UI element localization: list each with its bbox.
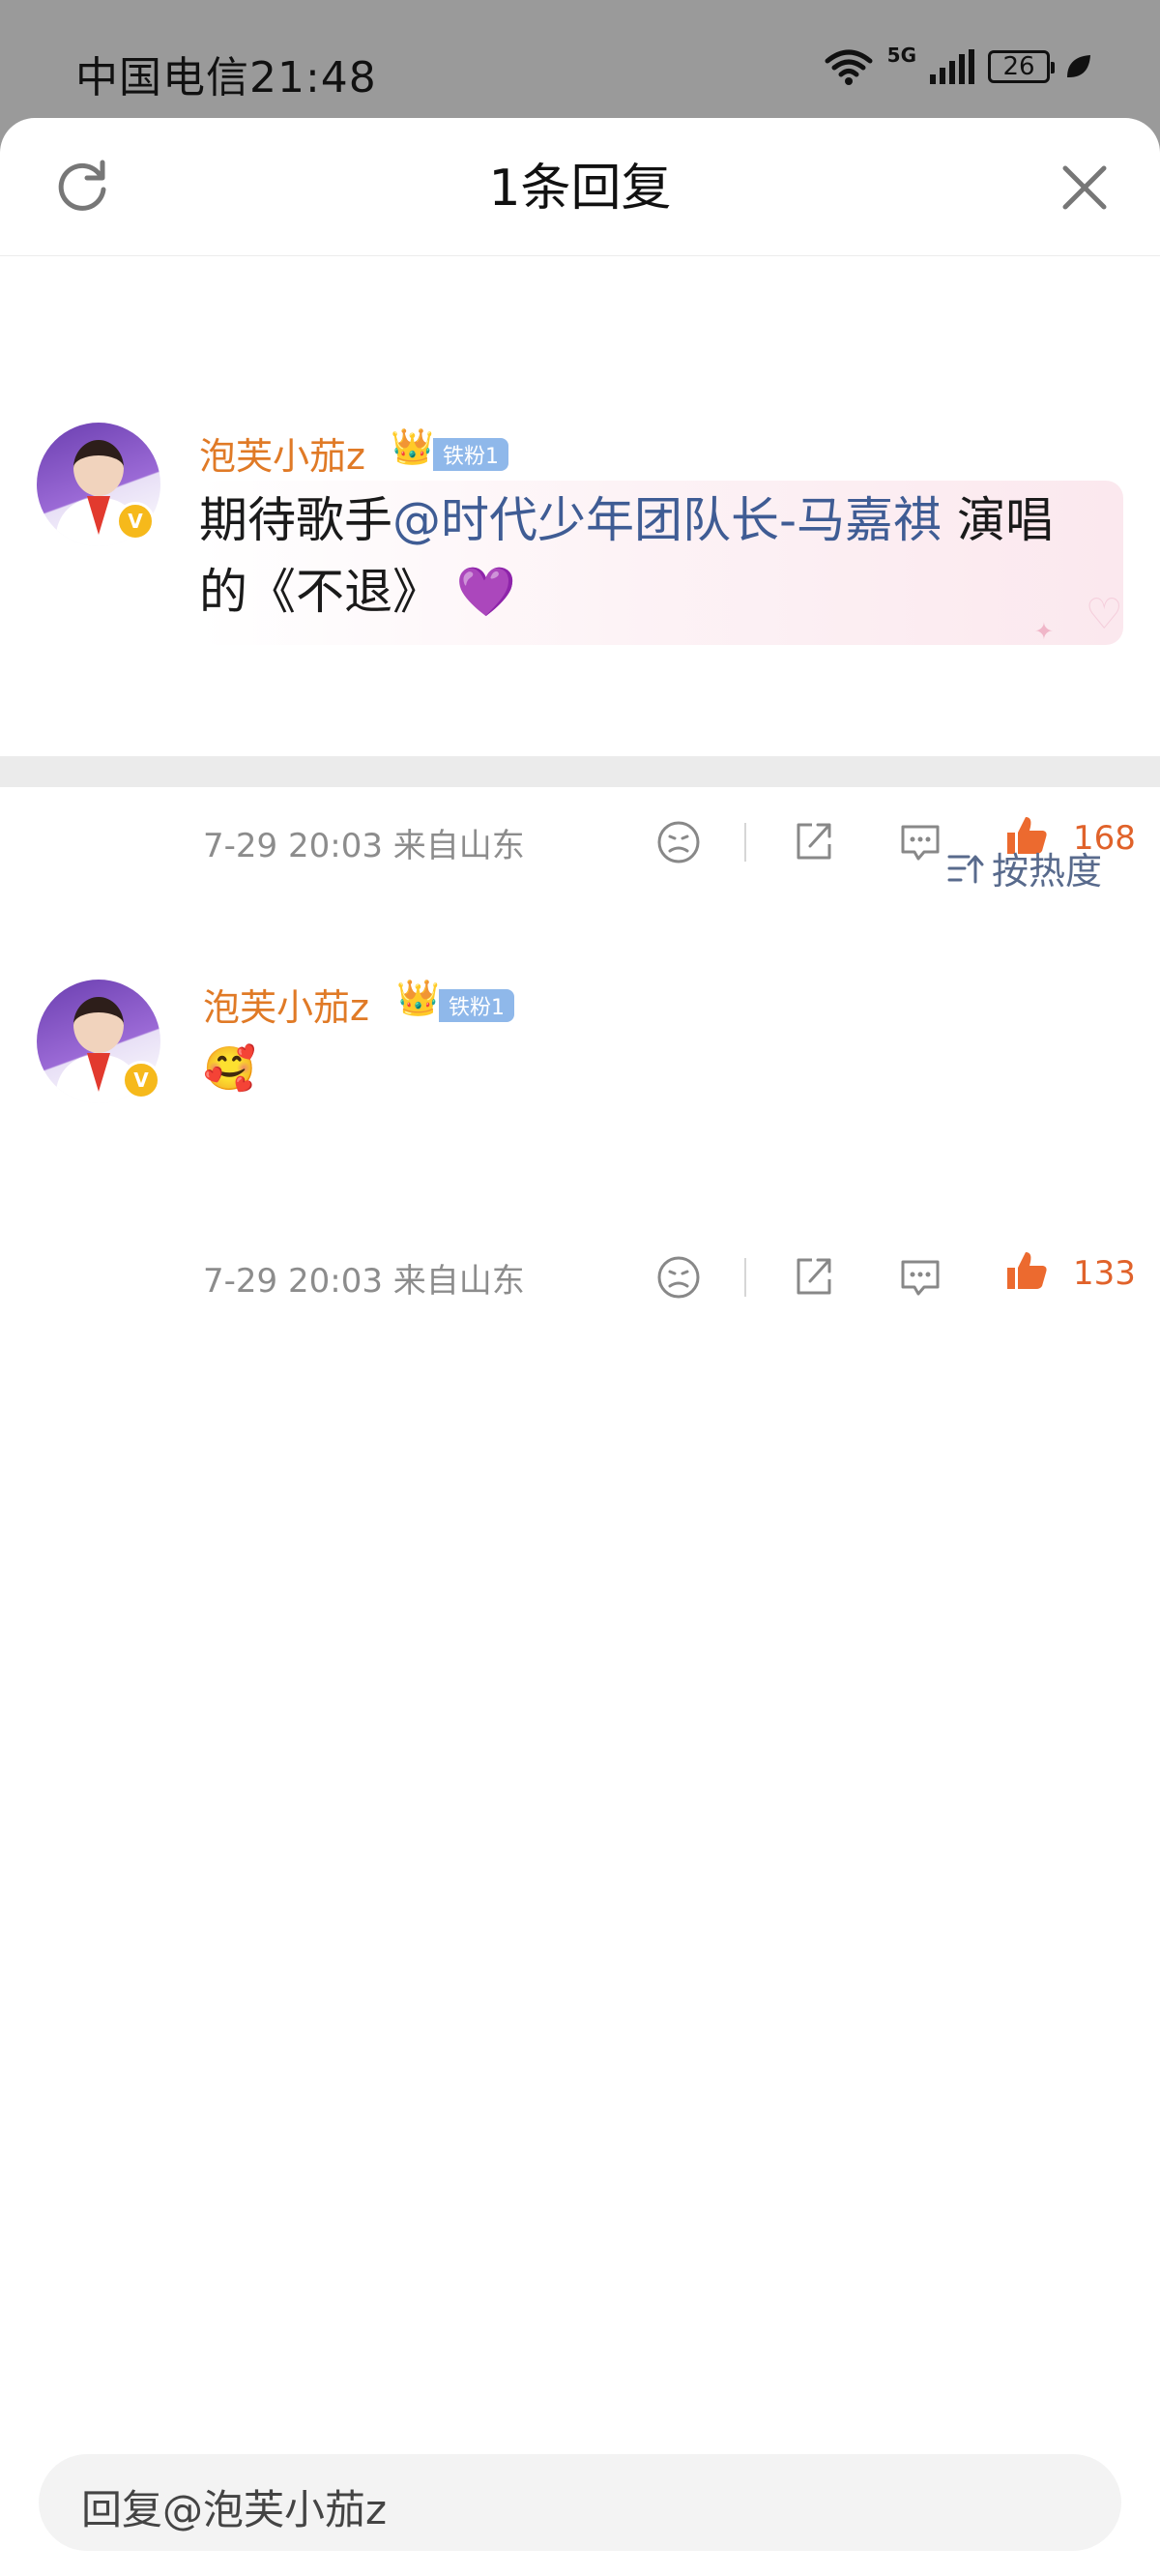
mention-link[interactable]: @时代少年团队长-马嘉祺 [392, 492, 942, 548]
fan-badge: 铁粉1 [433, 438, 508, 471]
comment-text: 期待歌手@时代少年团队长-马嘉祺 演唱的《不退》 💜 [199, 484, 1069, 628]
sort-button[interactable]: 按热度 [947, 841, 1102, 894]
username[interactable]: 泡芙小茄z [203, 978, 369, 1031]
comment-icon[interactable] [897, 819, 943, 865]
dislike-face-icon[interactable] [655, 819, 702, 865]
reply-emoji: 🥰 [203, 1044, 256, 1094]
comment-timestamp: 7-29 20:03 来自山东 [203, 827, 525, 865]
share-icon[interactable] [791, 1252, 837, 1299]
sheet-header: 1条回复 [0, 118, 1160, 256]
crown-icon: 👑 [391, 427, 434, 467]
sort-icon [947, 855, 984, 883]
network-type: 5G [886, 44, 916, 67]
reply-timestamp: 7-29 20:03 来自山东 [203, 1262, 525, 1301]
purple-heart-emoji: 💜 [455, 564, 517, 620]
status-icons: 5G 26 [824, 43, 1092, 91]
reply-input-placeholder: 回复@泡芙小茄z [81, 2486, 388, 2533]
close-icon[interactable] [1058, 161, 1112, 215]
like-icon[interactable] [1003, 1246, 1050, 1293]
section-divider [0, 756, 1160, 787]
leaf-icon [1067, 55, 1090, 77]
comment-icon[interactable] [897, 1254, 943, 1301]
battery-icon: 26 [988, 50, 1055, 83]
comment-text-prefix: 期待歌手 [199, 492, 392, 548]
dislike-face-icon[interactable] [655, 1254, 702, 1301]
carrier-time: 中国电信21:48 [75, 53, 377, 102]
verified-badge: V [122, 1061, 160, 1099]
replies-sheet: 1条回复 V 泡芙小茄z 👑 铁粉1 ✦ ♡ 期待歌手@时代少年团队长-马嘉祺 … [0, 118, 1160, 2576]
like-count: 133 [1073, 1254, 1136, 1293]
share-icon[interactable] [791, 817, 837, 864]
heart-decoration: ♡ [1085, 590, 1123, 639]
sheet-title: 1条回复 [488, 160, 672, 218]
verified-badge: V [116, 502, 155, 541]
username[interactable]: 泡芙小茄z [199, 426, 365, 480]
sort-label: 按热度 [992, 850, 1103, 893]
divider [744, 1258, 746, 1297]
fan-badge: 铁粉1 [439, 989, 514, 1022]
signal-icon [930, 49, 974, 84]
divider [744, 823, 746, 862]
crown-icon: 👑 [396, 979, 440, 1018]
battery-level: 26 [1002, 52, 1035, 81]
status-bar: 中国电信21:48 5G 26 [0, 0, 1160, 116]
reply-input[interactable]: 回复@泡芙小茄z [39, 2454, 1121, 2551]
wifi-icon [825, 49, 873, 85]
